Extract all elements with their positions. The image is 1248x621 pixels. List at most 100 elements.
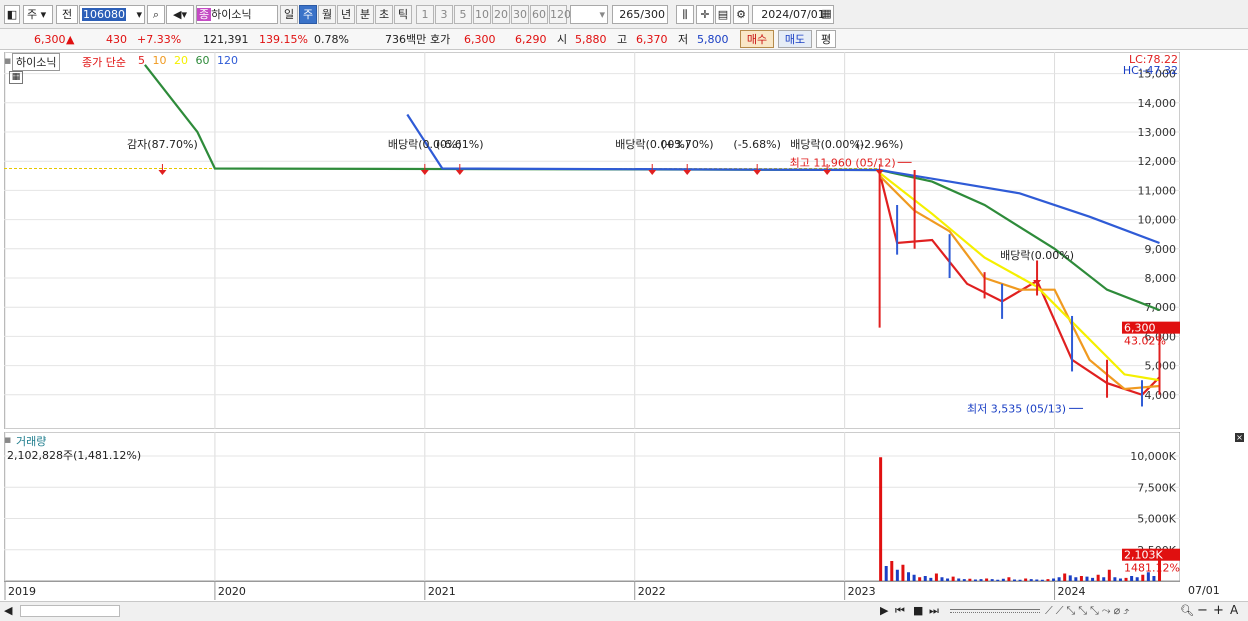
stock-code-value: 106080 (82, 8, 126, 21)
plus-icon[interactable]: + (1213, 603, 1224, 618)
stock-badge: 종 (197, 8, 212, 21)
volume-plot-frame (3, 431, 1181, 582)
y-tick-10000: 10,000 (1138, 214, 1177, 227)
event-label-7: (-2.96%) (856, 138, 904, 151)
ma-legend-60: 60 (195, 54, 213, 67)
stop-icon[interactable]: ■ (913, 604, 923, 617)
menu-dot-icon: ▪ (4, 433, 12, 446)
volume-chart-panel: 10,000K7,500K5,000K2,500K2,103K1481.12% … (3, 431, 1181, 582)
date-value: 2024/07/01 (761, 8, 825, 21)
x-tick-2020: 2020 (218, 585, 246, 598)
zoom-slider[interactable] (950, 609, 1040, 613)
rewind-icon[interactable]: ⏮ (895, 604, 905, 618)
forward-icon[interactable]: ⏭ (929, 604, 939, 618)
gear-icon[interactable]: ⚙ (733, 5, 749, 24)
auto-scale-icon[interactable]: A (1230, 603, 1238, 617)
close-icon[interactable]: × (1235, 433, 1244, 442)
stock-name: 하이소닉 (211, 8, 252, 21)
tab-minute-120[interactable]: 120 (549, 5, 571, 24)
tab-period-3[interactable]: 년 (337, 5, 355, 24)
zoom-icon[interactable]: 🔍︎ (1180, 604, 1194, 617)
tab-minute-1[interactable]: 1 (416, 5, 434, 24)
tab-minute-10[interactable]: 10 (473, 5, 491, 24)
low-label: 저 (678, 33, 689, 46)
crosshair-icon[interactable]: ✛ (696, 5, 714, 24)
bottom-toolbar: ◀ ▶ ⏮ ■ ⏭ ⟋⟋⤡⤡⤡⤳⌀⤴ 🔍︎ − + A (0, 601, 1248, 621)
scroll-right-icon[interactable]: ▶ (880, 604, 888, 617)
sell-button[interactable]: 매도 (778, 30, 812, 48)
unit-select[interactable]: ▾ (570, 5, 608, 24)
calendar-icon[interactable]: ▦ (819, 5, 834, 24)
vy-tick-5000: 5,000K (1137, 513, 1176, 526)
stock-code-input[interactable]: 106080 ▾ (79, 5, 145, 24)
x-axis: 2019 2020 2021 2022 2023 2024 (4, 581, 1180, 600)
quote-change-pct: +7.33% (137, 33, 182, 46)
type-select[interactable]: 전 (56, 5, 78, 24)
tab-minute-30[interactable]: 30 (511, 5, 529, 24)
tab-minute-3[interactable]: 3 (435, 5, 453, 24)
quote-price: 6,300 (34, 33, 66, 46)
eval-button[interactable]: 평 (816, 30, 836, 48)
vy-tick-10000: 10,000K (1130, 450, 1176, 463)
ma-legend-120: 120 (217, 54, 238, 67)
tab-minute-20[interactable]: 20 (492, 5, 510, 24)
quote-amount: 736백만 (385, 33, 427, 46)
tab-period-5[interactable]: 초 (375, 5, 393, 24)
quote-high: 6,370 (636, 33, 668, 46)
table-icon[interactable]: ▦ (9, 71, 23, 84)
quote-bid: 6,290 (515, 33, 547, 46)
ma-label[interactable]: 종가 단순 (82, 54, 126, 70)
vy-tick-7500: 7,500K (1137, 481, 1176, 494)
minus-icon[interactable]: − (1197, 603, 1208, 618)
scroll-left-icon[interactable]: ◀ (4, 604, 12, 617)
stock-name-field[interactable]: 종 하이소닉 (196, 5, 278, 24)
market-select[interactable]: 주 ▾ (23, 5, 53, 24)
volume-bar-10 (934, 573, 938, 581)
quote-turnover: 0.78% (314, 33, 349, 46)
volume-bar-41 (1107, 569, 1111, 581)
ma-legend-10: 10 (152, 54, 170, 67)
tab-period-6[interactable]: 틱 (394, 5, 412, 24)
y-tick-11000: 11,000 (1138, 184, 1177, 197)
toolbar: ◧ 주 ▾ 전 106080 ▾ ⌕ ◀▾ 종 하이소닉 일주월년분초틱 1 3 5 10… (0, 0, 1248, 29)
volume-chart[interactable]: 10,000K7,500K5,000K2,500K2,103K1481.12% (3, 431, 1181, 582)
volume-bar-2 (890, 561, 894, 581)
buy-button[interactable]: 매수 (740, 30, 774, 48)
count-input[interactable]: 265/300 (612, 5, 668, 24)
volume-bar-5 (907, 572, 911, 581)
quote-ask: 6,300 (464, 33, 496, 46)
current-volume: 2,103K (1124, 549, 1163, 562)
ma-legend-20: 20 (174, 54, 192, 67)
stock-label[interactable]: 하이소닉 (12, 53, 61, 71)
quote-volume-ratio: 139.15% (259, 33, 308, 46)
event-label-6: 배당락(0.00%) (790, 138, 864, 151)
ma-legend-5: 5 (138, 54, 149, 67)
tab-minute-5[interactable]: 5 (454, 5, 472, 24)
high-note: 최고 11,960 (05/12) (790, 156, 896, 169)
low-note: 최저 3,535 (05/13) (967, 402, 1066, 415)
hc-label: HC:-47.32 (1123, 64, 1178, 77)
volume-bar-1 (884, 566, 888, 581)
quote-volume: 121,391 (203, 33, 249, 46)
tab-period-0[interactable]: 일 (280, 5, 298, 24)
menu-dot-icon: ▪ (4, 54, 12, 67)
open-label: 시 (557, 33, 568, 46)
quote-change: 430 (106, 33, 127, 46)
save-icon[interactable]: ▤ (715, 5, 731, 24)
window-menu-icon[interactable]: ◧ (4, 5, 20, 24)
search-icon[interactable]: ⌕ (147, 5, 165, 24)
event-label-0: 감자(87.70%) (127, 138, 198, 151)
scrollbar-thumb[interactable] (20, 605, 120, 617)
speaker-icon[interactable]: ◀▾ (166, 5, 194, 24)
tab-minute-60[interactable]: 60 (530, 5, 548, 24)
volume-value: 2,102,828주(1,481.12%) (7, 449, 142, 462)
tab-period-4[interactable]: 분 (356, 5, 374, 24)
tab-period-2[interactable]: 월 (318, 5, 336, 24)
price-chart[interactable]: 15,00014,00013,00012,00011,00010,0009,00… (3, 51, 1181, 430)
y-tick-14000: 14,000 (1138, 97, 1177, 110)
tab-period-1[interactable]: 주 (299, 5, 317, 24)
candle-icon[interactable]: ⫼ (676, 5, 694, 24)
drawing-tools-icon[interactable]: ⟋⟋⤡⤡⤡⤳⌀⤴ (1045, 604, 1132, 618)
event-label-2: (-6.61%) (436, 138, 484, 151)
high-label: 고 (617, 33, 628, 46)
